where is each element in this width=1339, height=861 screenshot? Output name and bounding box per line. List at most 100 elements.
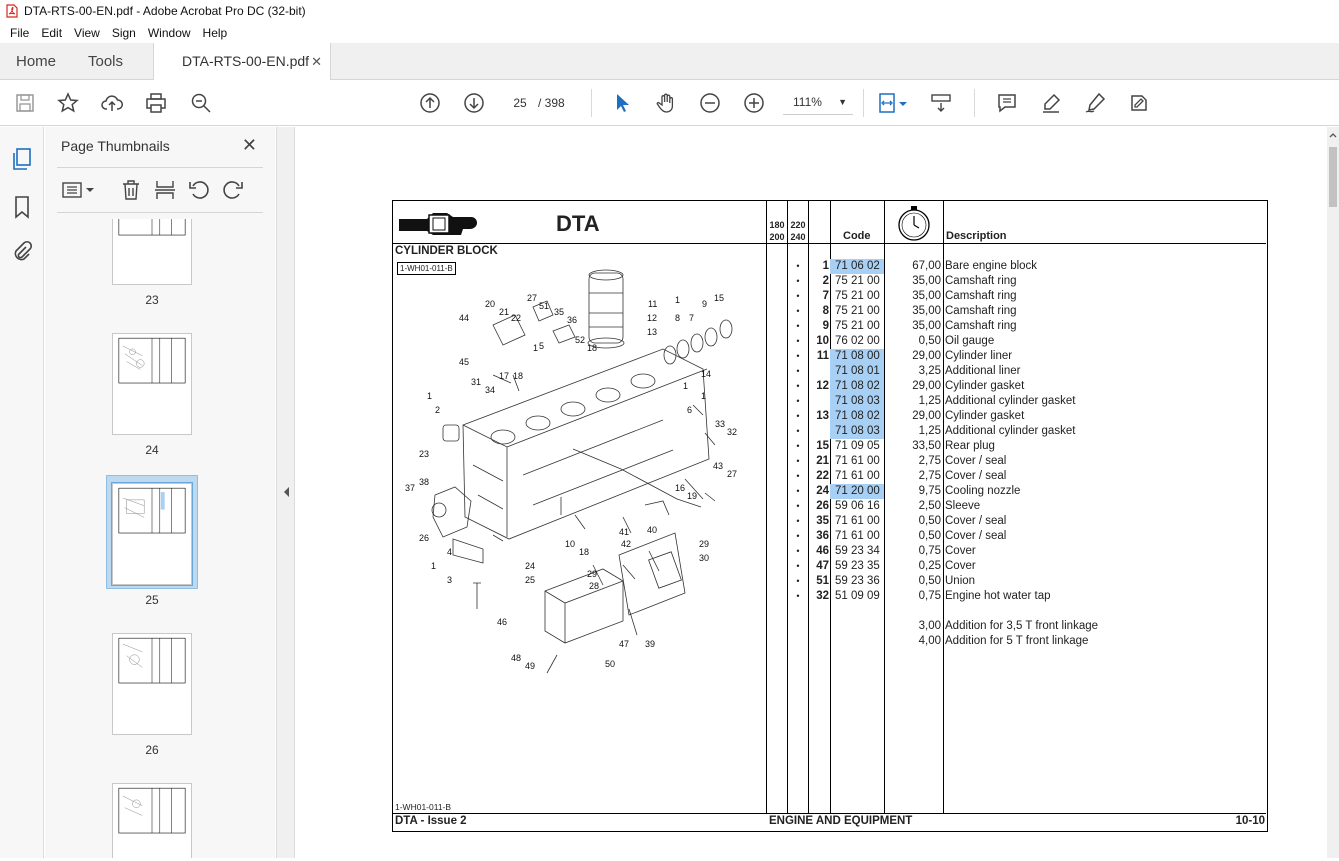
row-item-number: 11 — [816, 350, 829, 362]
svg-text:29: 29 — [587, 569, 597, 579]
row-time: 33,50 — [912, 440, 941, 452]
table-row — [767, 604, 1267, 619]
tab-tools[interactable]: Tools — [88, 43, 123, 80]
zoom-select[interactable]: 111% ▼ — [783, 91, 853, 115]
draw-sign-icon[interactable] — [1083, 91, 1107, 115]
fill-sign-icon[interactable] — [1127, 91, 1151, 115]
thumbnail-page[interactable] — [112, 783, 192, 858]
thumbnail-label: 23 — [145, 293, 159, 307]
zoom-in-icon[interactable] — [742, 91, 766, 115]
row-description: Cover — [945, 545, 976, 557]
table-row: • 12 71 08 02 29,00 Cylinder gasket — [767, 379, 1267, 394]
table-row: • 21 71 61 00 2,75 Cover / seal — [767, 454, 1267, 469]
row-bullet: • — [796, 486, 800, 496]
row-code: 71 61 00 — [835, 470, 880, 482]
menu-file[interactable]: File — [4, 26, 35, 40]
fit-page-dropdown-icon[interactable] — [897, 91, 909, 115]
options-menu-icon[interactable] — [61, 178, 95, 202]
menu-help[interactable]: Help — [197, 26, 234, 40]
row-description: Additional cylinder gasket — [945, 395, 1076, 407]
menu-view[interactable]: View — [68, 26, 106, 40]
table-row: • 46 59 23 34 0,75 Cover — [767, 544, 1267, 559]
delete-page-icon[interactable] — [119, 178, 143, 202]
upload-cloud-icon[interactable] — [100, 91, 124, 115]
tab-bar: Home Tools DTA-RTS-00-EN.pdf ✕ — [0, 43, 1339, 81]
svg-text:26: 26 — [419, 533, 429, 543]
row-bullet: • — [796, 366, 800, 376]
row-description: Camshaft ring — [945, 320, 1017, 332]
table-row: 4,00 Addition for 5 T front linkage — [767, 634, 1267, 649]
row-item-number: 8 — [822, 305, 829, 317]
highlight-pen-icon[interactable] — [1039, 91, 1063, 115]
hand-tool-icon[interactable] — [654, 91, 678, 115]
close-panel-icon[interactable]: ✕ — [242, 135, 257, 156]
table-row: • 9 75 21 00 35,00 Camshaft ring — [767, 319, 1267, 334]
row-item-number: 15 — [816, 440, 829, 452]
panel-divider — [57, 167, 263, 168]
bookmark-star-icon[interactable] — [56, 91, 80, 115]
row-description: Camshaft ring — [945, 290, 1017, 302]
next-page-icon[interactable] — [462, 91, 486, 115]
extract-page-icon[interactable] — [153, 178, 177, 202]
page-number-input[interactable]: 25 — [505, 91, 535, 115]
row-item-number: 10 — [816, 335, 829, 347]
svg-text:8: 8 — [675, 313, 680, 323]
menu-window[interactable]: Window — [142, 26, 197, 40]
row-bullet: • — [796, 441, 800, 451]
rotate-right-icon[interactable] — [221, 178, 245, 202]
row-time: 35,00 — [912, 320, 941, 332]
title-bar: DTA-RTS-00-EN.pdf - Adobe Acrobat Pro DC… — [0, 0, 1339, 22]
save-icon[interactable] — [13, 91, 37, 115]
row-time: 0,75 — [918, 545, 941, 557]
thumbnail-page-selected[interactable] — [111, 482, 193, 586]
menu-sign[interactable]: Sign — [106, 26, 142, 40]
svg-text:29: 29 — [699, 539, 709, 549]
svg-text:14: 14 — [701, 369, 711, 379]
menu-edit[interactable]: Edit — [35, 26, 68, 40]
row-code: 75 21 00 — [835, 320, 880, 332]
svg-text:27: 27 — [527, 293, 537, 303]
svg-text:1: 1 — [701, 391, 706, 401]
bookmarks-icon[interactable] — [11, 195, 33, 219]
pdf-page: DTA CYLINDER BLOCK 1-WH01-011-B 180 200 … — [392, 200, 1268, 832]
scroll-mode-icon[interactable] — [929, 91, 953, 115]
svg-text:1: 1 — [427, 391, 432, 401]
svg-text:11: 11 — [648, 299, 657, 309]
row-description: Cover / seal — [945, 470, 1007, 482]
table-row: • 32 51 09 09 0,75 Engine hot water tap — [767, 589, 1267, 604]
panel-splitter[interactable] — [276, 127, 295, 858]
row-code: 71 61 00 — [835, 515, 880, 527]
close-tab-icon[interactable]: ✕ — [311, 43, 322, 80]
attachments-icon[interactable] — [11, 240, 33, 264]
select-cursor-icon[interactable] — [610, 91, 634, 115]
page-thumbnails-icon[interactable] — [11, 147, 33, 171]
tab-home[interactable]: Home — [16, 43, 56, 80]
svg-text:42: 42 — [621, 539, 631, 549]
previous-page-icon[interactable] — [418, 91, 442, 115]
svg-text:1: 1 — [431, 561, 436, 571]
print-icon[interactable] — [144, 91, 168, 115]
row-code: 71 61 00 — [835, 455, 880, 467]
footer-left: DTA - Issue 2 — [395, 815, 467, 827]
row-description: Addition for 3,5 T front linkage — [945, 620, 1099, 632]
search-zoom-icon[interactable] — [189, 91, 213, 115]
toolbar-separator — [591, 89, 592, 117]
thumbnail-label: 24 — [145, 443, 159, 457]
thumbnail-list: 23 24 25 26 — [45, 219, 253, 858]
zoom-out-icon[interactable] — [698, 91, 722, 115]
comment-icon[interactable] — [995, 91, 1019, 115]
rotate-left-icon[interactable] — [187, 178, 211, 202]
svg-text:24: 24 — [525, 561, 535, 571]
svg-text:13: 13 — [647, 327, 657, 337]
thumbnail-page[interactable] — [112, 219, 192, 285]
svg-text:50: 50 — [605, 659, 615, 669]
row-bullet: • — [796, 276, 800, 286]
cylinder-block-diagram: 1112131 15 78914 27513536 20212244 521851… — [405, 269, 737, 674]
thumbnail-page[interactable] — [112, 633, 192, 735]
svg-text:21: 21 — [499, 307, 509, 317]
row-item-number: 36 — [816, 530, 829, 542]
thumbnail-page[interactable] — [112, 333, 192, 435]
document-scrollbar[interactable] — [1327, 127, 1339, 858]
tab-document[interactable]: DTA-RTS-00-EN.pdf ✕ — [153, 43, 331, 81]
row-bullet: • — [796, 576, 800, 586]
